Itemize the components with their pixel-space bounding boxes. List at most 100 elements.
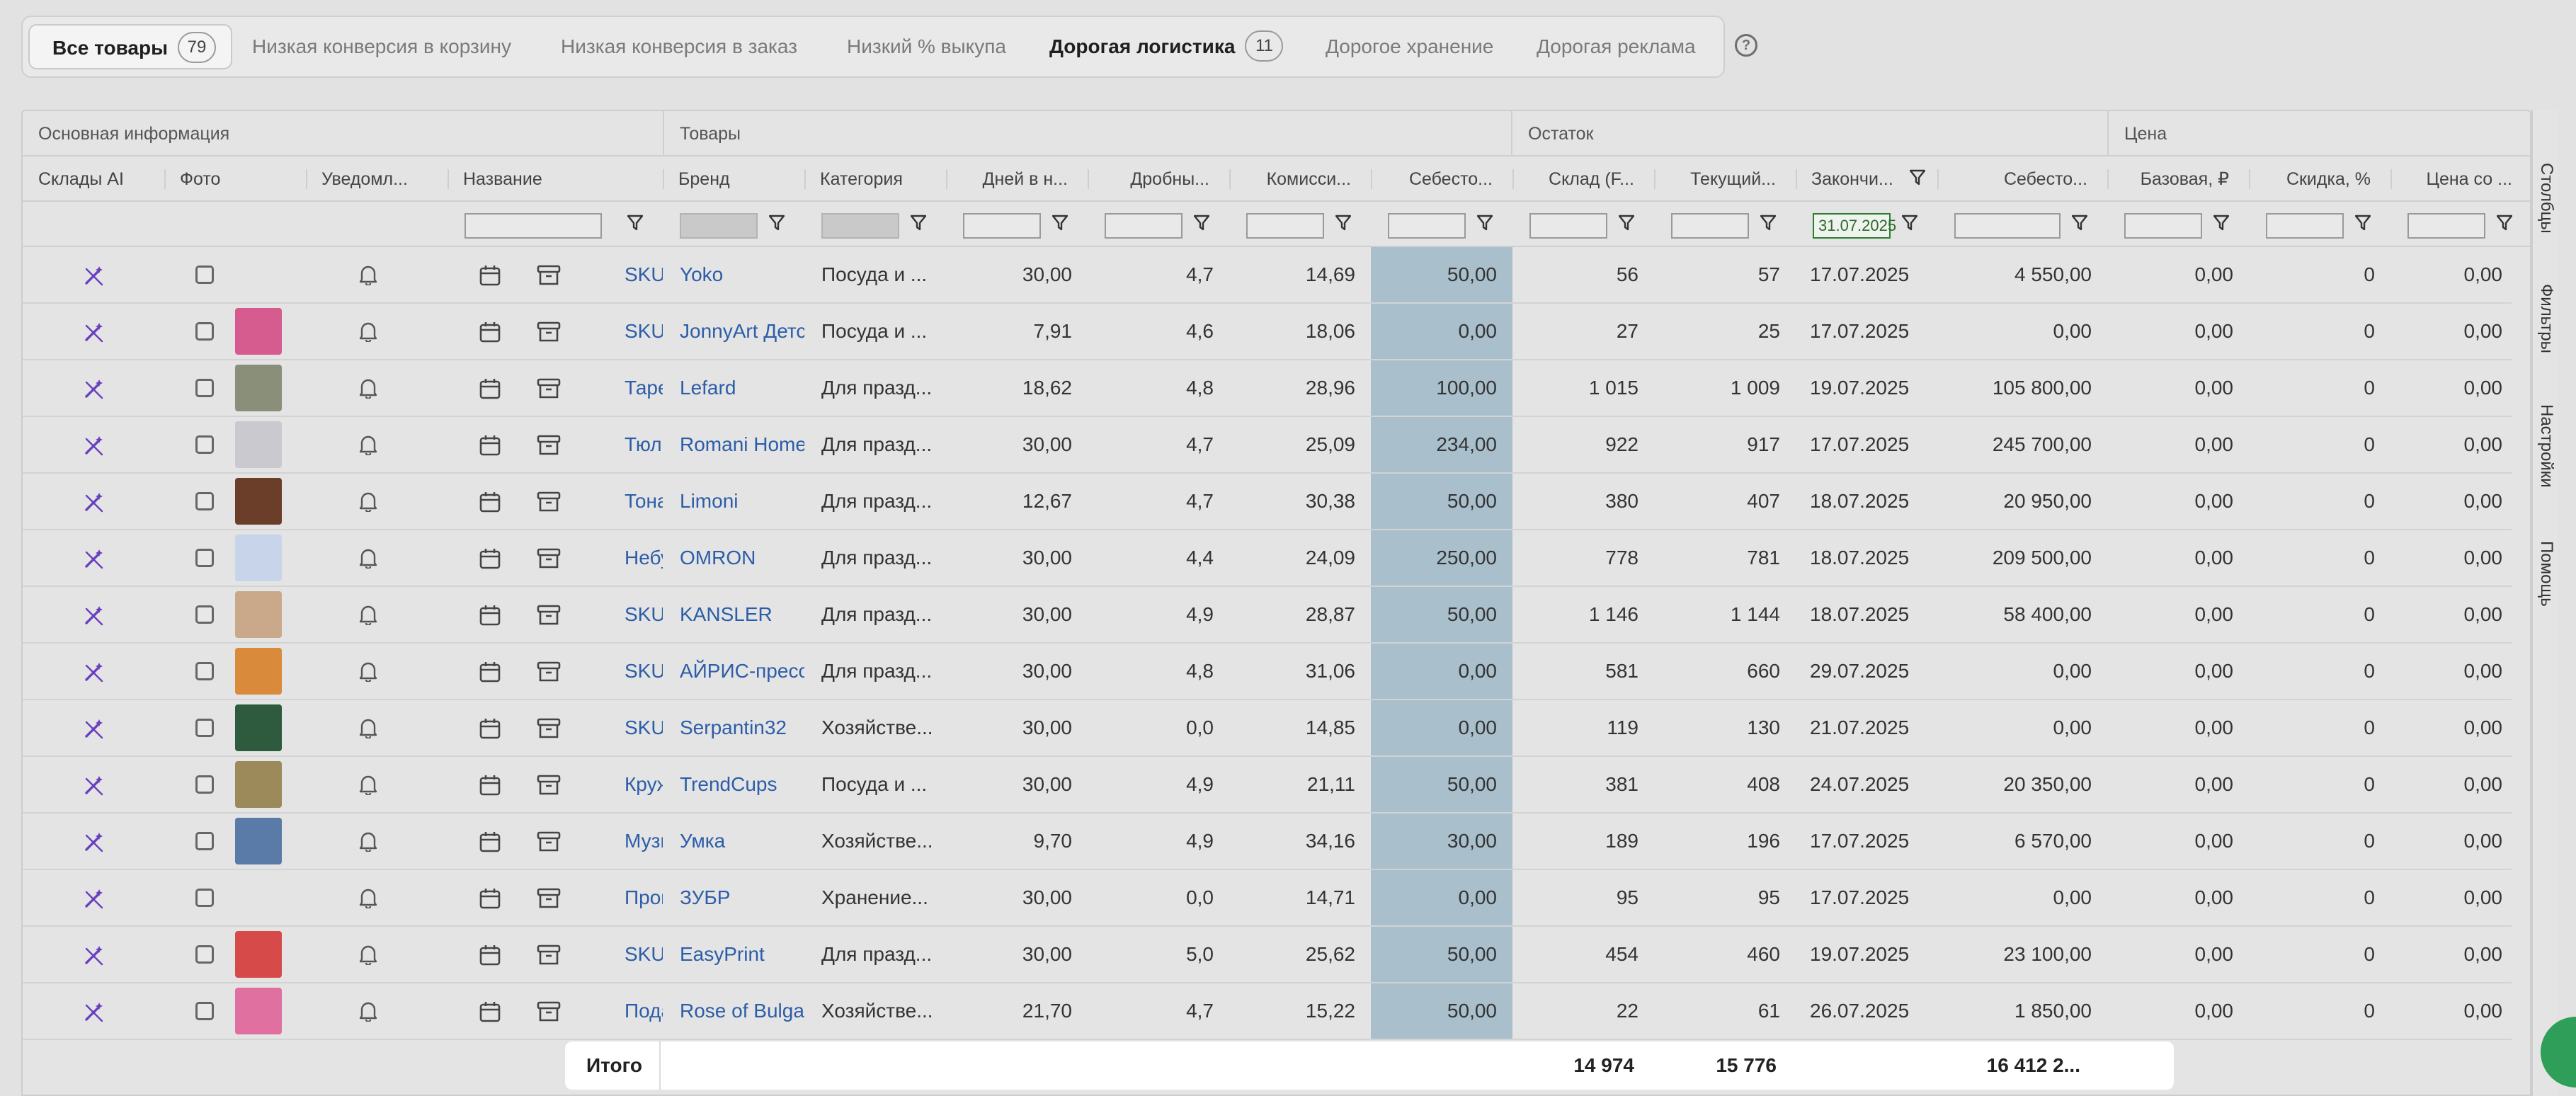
column-header[interactable]: Уведомл... — [306, 156, 448, 202]
column-header[interactable]: Категория — [804, 156, 946, 202]
row-checkbox[interactable] — [195, 322, 214, 341]
row-checkbox[interactable] — [195, 832, 214, 850]
filter-icon[interactable] — [2213, 215, 2230, 234]
bell-icon[interactable] — [358, 491, 378, 515]
column-header[interactable]: Бренд — [663, 156, 804, 202]
product-name[interactable]: SKU 11 — [448, 644, 663, 699]
column-header[interactable]: Себесто... — [1371, 156, 1512, 202]
product-name[interactable]: SKU 19 — [448, 247, 663, 302]
filter-input[interactable] — [1246, 213, 1324, 239]
column-header[interactable]: Цена со ... — [2390, 156, 2530, 202]
filter-input[interactable] — [1388, 213, 1466, 239]
help-icon[interactable]: ? — [1735, 34, 1757, 57]
column-header[interactable]: Скидка, % — [2249, 156, 2390, 202]
bell-icon[interactable] — [358, 830, 378, 855]
brand-link[interactable]: Yoko — [663, 247, 804, 302]
table-row[interactable]: Тюль 6Romani Home Для празд... 30,00 4,7 25,… — [23, 417, 2512, 474]
product-name[interactable]: Тюль 6 — [448, 417, 663, 472]
filters-panel-button[interactable]: Фильтры — [2533, 266, 2558, 372]
magic-wand-icon[interactable] — [84, 775, 105, 799]
brand-link[interactable]: АЙРИС-пресс — [663, 644, 804, 699]
filter-input[interactable] — [465, 213, 602, 239]
magic-wand-icon[interactable] — [84, 1001, 105, 1026]
bell-icon[interactable] — [358, 661, 378, 685]
magic-wand-icon[interactable] — [84, 321, 105, 346]
row-checkbox[interactable] — [195, 435, 214, 454]
magic-wand-icon[interactable] — [84, 435, 105, 459]
row-checkbox[interactable] — [195, 662, 214, 680]
bell-icon[interactable] — [358, 774, 378, 799]
row-checkbox[interactable] — [195, 266, 214, 284]
filter-input[interactable] — [2124, 213, 2202, 239]
magic-wand-icon[interactable] — [84, 718, 105, 743]
magic-wand-icon[interactable] — [84, 661, 105, 686]
product-name[interactable]: Тональ — [448, 474, 663, 529]
magic-wand-icon[interactable] — [84, 831, 105, 856]
bell-icon[interactable] — [358, 944, 378, 969]
row-checkbox[interactable] — [195, 379, 214, 397]
column-header[interactable]: Склад (F... — [1512, 156, 1654, 202]
table-row[interactable]: SKU 25JonnyArt Детс Посуда и ... 7,91 4,6 18… — [23, 304, 2512, 360]
magic-wand-icon[interactable] — [84, 944, 105, 969]
row-checkbox[interactable] — [195, 549, 214, 567]
date-filter-input[interactable]: 31.07.2025 — [1813, 213, 1896, 239]
table-row[interactable]: НебулаOMRON Для празд... 30,00 4,4 24,09 250,… — [23, 530, 2512, 587]
filter-icon[interactable] — [2354, 215, 2371, 234]
column-header[interactable]: Дробны... — [1088, 156, 1229, 202]
column-header[interactable]: Комисси... — [1229, 156, 1371, 202]
filter-icon[interactable] — [1760, 215, 1777, 234]
table-row[interactable]: ПроклЗУБР Хранение... 30,00 0,0 14,71 0,00 95 9… — [23, 870, 2512, 927]
bell-icon[interactable] — [358, 717, 378, 742]
filter-icon[interactable] — [627, 215, 644, 234]
column-header[interactable]: Базовая, ₽ — [2107, 156, 2249, 202]
settings-panel-button[interactable]: Настройки — [2533, 386, 2558, 506]
column-header[interactable]: Текущий... — [1654, 156, 1796, 202]
brand-link[interactable]: Limoni — [663, 474, 804, 529]
product-name[interactable]: SKU 25 — [448, 304, 663, 359]
bell-icon[interactable] — [358, 264, 378, 289]
filter-input[interactable] — [821, 213, 899, 239]
filter-icon[interactable] — [768, 215, 785, 234]
brand-link[interactable]: KANSLER — [663, 587, 804, 642]
product-name[interactable]: Небула — [448, 530, 663, 586]
filter-icon[interactable] — [2496, 215, 2513, 234]
filter-icon[interactable] — [1193, 215, 1210, 234]
product-name[interactable]: Музык — [448, 814, 663, 869]
brand-link[interactable]: Romani Home — [663, 417, 804, 472]
row-checkbox[interactable] — [195, 889, 214, 907]
table-row[interactable]: ТарелкLefard Для празд... 18,62 4,8 28,96 100… — [23, 360, 2512, 417]
product-name[interactable]: Подар — [448, 983, 663, 1039]
tab-all-products[interactable]: Все товары 79 — [28, 24, 232, 69]
table-row[interactable]: SKU 17EasyPrint Для празд... 30,00 5,0 25,62… — [23, 927, 2512, 983]
table-row[interactable]: SKU 11АЙРИС-пресс Для празд... 30,00 4,8 31,… — [23, 644, 2512, 700]
product-name[interactable]: Кружк — [448, 757, 663, 812]
table-row[interactable]: SKU 18KANSLER Для празд... 30,00 4,9 28,87 50… — [23, 587, 2512, 644]
brand-link[interactable]: Rose of Bulgar — [663, 983, 804, 1039]
brand-link[interactable]: Умка — [663, 814, 804, 869]
row-checkbox[interactable] — [195, 775, 214, 794]
filter-input[interactable] — [1954, 213, 2061, 239]
product-name[interactable]: Тарелк — [448, 360, 663, 416]
tab-expensive-ads[interactable]: Дорогая реклама — [1537, 24, 1696, 69]
filter-icon[interactable] — [1052, 215, 1068, 234]
filter-input[interactable] — [1105, 213, 1182, 239]
magic-wand-icon[interactable] — [84, 265, 105, 290]
magic-wand-icon[interactable] — [84, 605, 105, 629]
brand-link[interactable]: TrendCups — [663, 757, 804, 812]
brand-link[interactable]: OMRON — [663, 530, 804, 586]
filter-input[interactable] — [1671, 213, 1749, 239]
row-checkbox[interactable] — [195, 492, 214, 510]
bell-icon[interactable] — [358, 547, 378, 572]
column-header[interactable]: Название — [448, 156, 663, 202]
brand-link[interactable]: Lefard — [663, 360, 804, 416]
bell-icon[interactable] — [358, 604, 378, 629]
bell-icon[interactable] — [358, 434, 378, 459]
table-row[interactable]: МузыкУмка Хозяйстве... 9,70 4,9 34,16 30,00 18… — [23, 814, 2512, 870]
bell-icon[interactable] — [358, 377, 378, 402]
filter-active-icon[interactable] — [1909, 169, 1926, 190]
row-checkbox[interactable] — [195, 719, 214, 737]
filter-icon[interactable] — [1618, 215, 1635, 234]
filter-input[interactable] — [2266, 213, 2344, 239]
tab-low-order-conversion[interactable]: Низкая конверсия в заказ — [561, 24, 797, 69]
filter-icon[interactable] — [1335, 215, 1352, 234]
